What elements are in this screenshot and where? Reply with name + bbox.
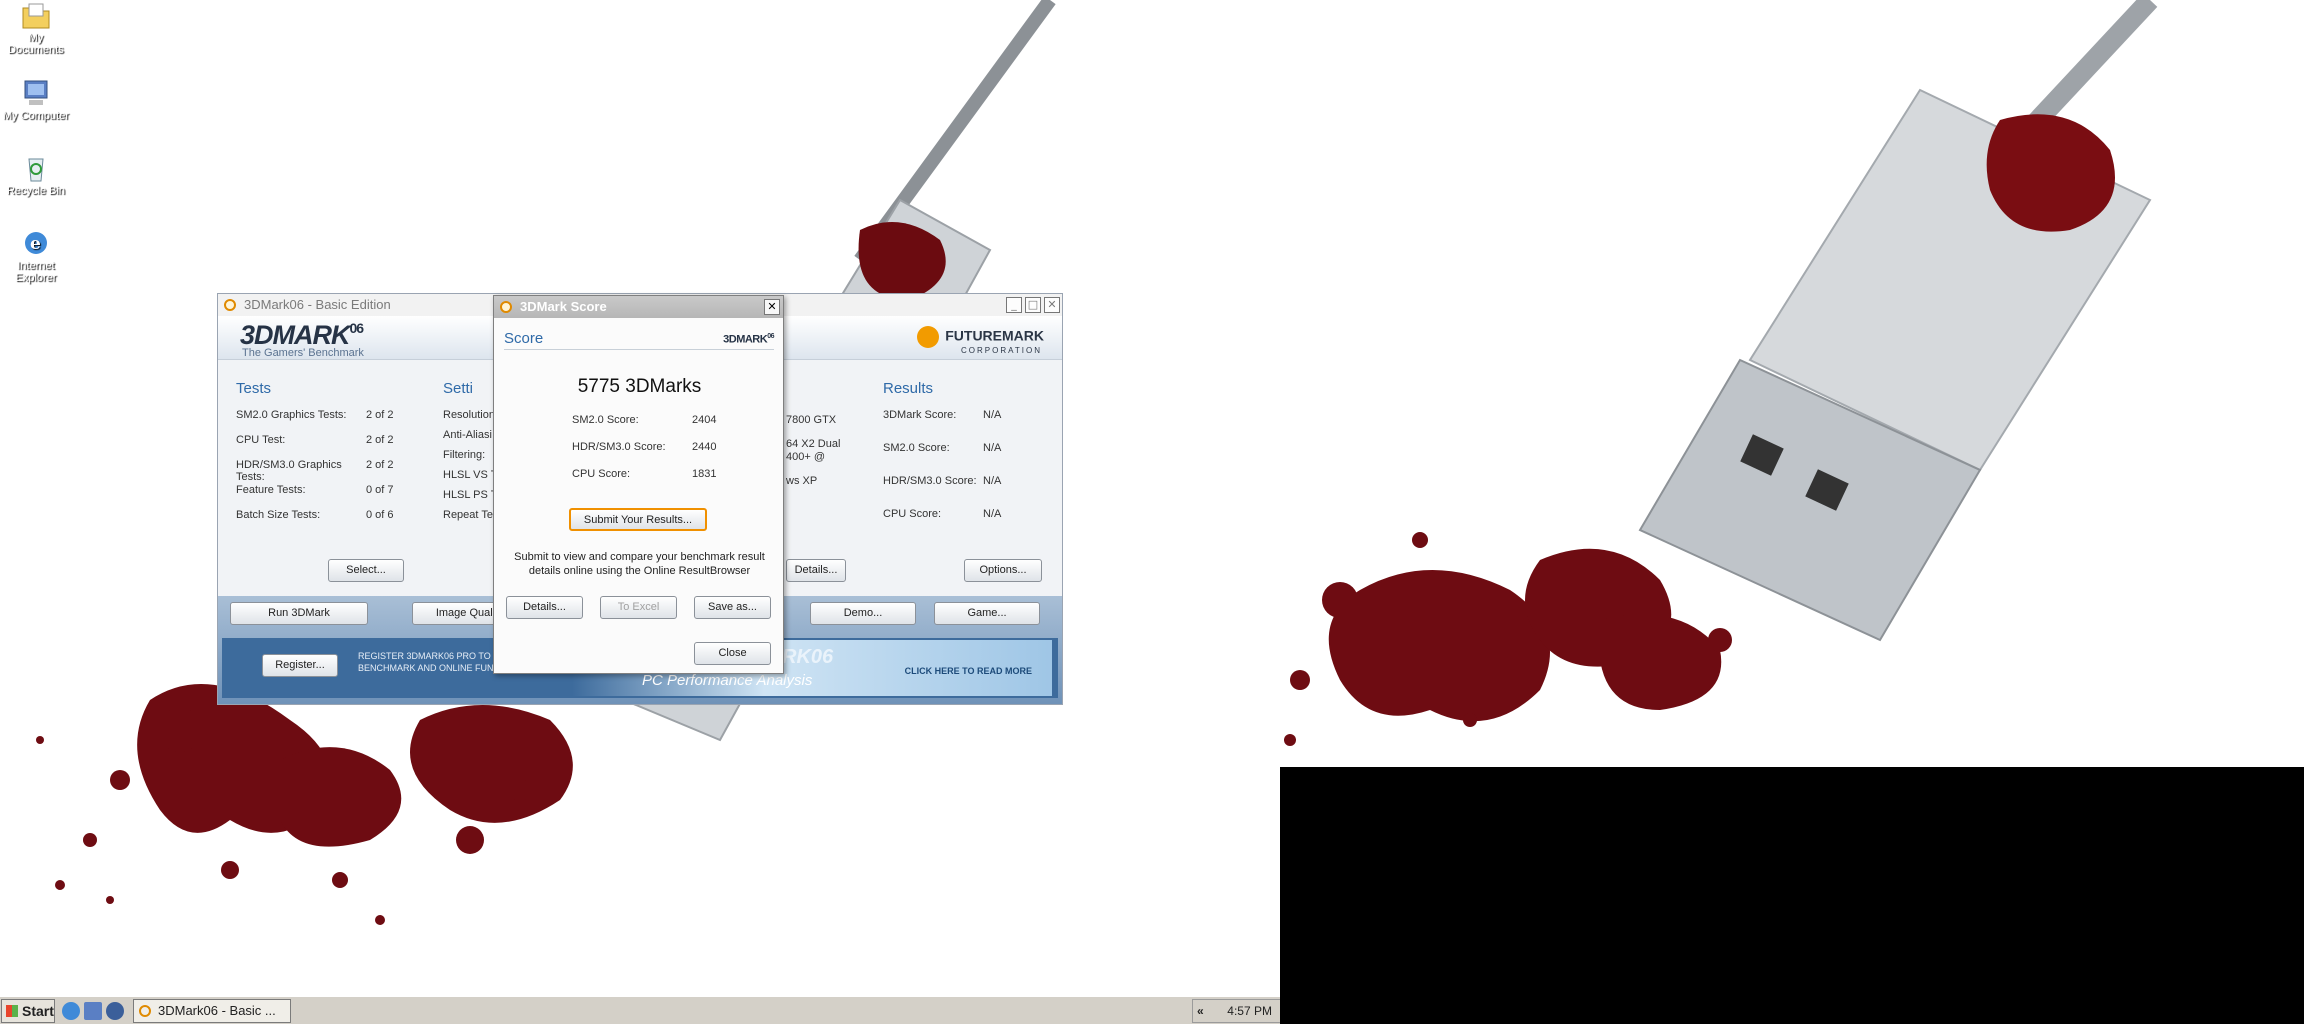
options-button[interactable]: Options... xyxy=(964,559,1042,582)
submit-results-button[interactable]: Submit Your Results... xyxy=(569,508,707,531)
ie-icon: e xyxy=(25,232,47,254)
futuremark-circle-icon xyxy=(917,326,940,348)
desktop-icon-my-computer[interactable]: My Computer xyxy=(0,78,72,122)
start-button[interactable]: Start xyxy=(1,999,55,1023)
results-heading: Results xyxy=(883,380,934,397)
taskbar-3dmark-button[interactable]: 3DMark06 - Basic ... xyxy=(133,999,291,1023)
tests-row: SM2.0 Graphics Tests: 2 of 2 xyxy=(236,409,394,421)
recycle-bin-icon xyxy=(28,158,44,182)
system-tray: « 4:57 PM xyxy=(1192,999,1280,1023)
score-heading: Score xyxy=(504,330,544,347)
tagline: The Gamers' Benchmark xyxy=(242,347,364,359)
tray-expand-icon[interactable]: « xyxy=(1197,1000,1204,1022)
futuremark-subtitle: CORPORATION xyxy=(961,346,1042,355)
score-row: CPU Score: 1831 xyxy=(572,468,717,480)
futuremark-logo: FUTUREMARK xyxy=(917,326,1044,348)
folder-icon xyxy=(22,3,50,29)
desktop-icon-internet-explorer[interactable]: e Internet Explorer xyxy=(0,228,72,284)
minimize-button[interactable]: _ xyxy=(1006,297,1022,313)
3dmark-app-icon xyxy=(224,299,236,311)
register-button[interactable]: Register... xyxy=(262,654,338,677)
quicklaunch-media-icon[interactable] xyxy=(106,1002,124,1020)
ad-logo: RK06 xyxy=(782,646,834,668)
tests-row: Feature Tests: 0 of 7 xyxy=(236,484,394,496)
desktop-icon-label: My Computer xyxy=(2,110,70,122)
desktop-icon-my-documents[interactable]: My Documents xyxy=(0,2,72,56)
results-panel: Results 3DMark Score: N/A SM2.0 Score: N/A… xyxy=(883,380,1023,541)
3dmark-app-icon xyxy=(500,301,512,313)
results-row: 3DMark Score: N/A xyxy=(883,409,1002,421)
3dmark-app-icon xyxy=(139,1005,151,1017)
score-header: Score 3DMARK06 xyxy=(504,330,774,350)
demo-button[interactable]: Demo... xyxy=(810,602,916,625)
desktop-icon-label: Internet Explorer xyxy=(15,260,57,284)
close-dialog-button[interactable]: Close xyxy=(694,642,771,665)
desktop-icon-recycle-bin[interactable]: Recycle Bin xyxy=(0,153,72,197)
system-line: ws XP xyxy=(786,475,818,487)
tests-heading: Tests xyxy=(236,380,272,397)
score-details-button[interactable]: Details... xyxy=(506,596,583,619)
main-window-title: 3DMark06 - Basic Edition xyxy=(244,297,391,312)
score-dialog: 3DMark Score ✕ Score 3DMARK06 5775 3DMar… xyxy=(493,295,784,674)
system-panel: 7800 GTX 64 X2 Dual 400+ @ ws XP xyxy=(786,414,856,495)
submit-note: Submit to view and compare your benchmar… xyxy=(514,551,765,577)
desktop-icon-label: My Documents xyxy=(8,32,64,56)
score-dialog-title: 3DMark Score xyxy=(520,299,607,314)
windows-flag-icon xyxy=(6,1005,18,1017)
score-dialog-titlebar[interactable]: 3DMark Score ✕ xyxy=(494,296,783,318)
total-score: 5775 3DMarks xyxy=(577,376,702,397)
game-button[interactable]: Game... xyxy=(934,602,1040,625)
blood-on-usb xyxy=(1986,114,2115,232)
run-3dmark-button[interactable]: Run 3DMark xyxy=(230,602,368,625)
unused-display-area xyxy=(1280,767,2304,1024)
results-row: SM2.0 Score: N/A xyxy=(883,442,1002,454)
tests-panel: Tests SM2.0 Graphics Tests: 2 of 2 CPU Te… xyxy=(236,380,406,534)
svg-text:e: e xyxy=(30,234,41,254)
3dmark-small-logo: 3DMARK06 xyxy=(723,333,774,346)
results-row: CPU Score: N/A xyxy=(883,508,1002,520)
clock[interactable]: 4:57 PM xyxy=(1227,1000,1272,1022)
computer-icon xyxy=(24,80,48,105)
system-line: 400+ @ xyxy=(786,451,825,463)
taskbar: Start 3DMark06 - Basic ... « 4:57 PM xyxy=(0,996,1280,1024)
blood-splatter-right xyxy=(1284,532,1732,746)
desktop-icon-label: Recycle Bin xyxy=(6,185,66,197)
quicklaunch-desktop-icon[interactable] xyxy=(84,1002,102,1020)
results-row: HDR/SM3.0 Score: N/A xyxy=(883,475,1002,487)
ad-title: PC Performance Analysis xyxy=(642,672,813,689)
tests-row: CPU Test: 2 of 2 xyxy=(236,434,394,446)
system-line: 64 X2 Dual xyxy=(786,438,841,450)
sub-scores: SM2.0 Score: 2404 HDR/SM3.0 Score: 2440 CP… xyxy=(572,414,732,495)
close-button[interactable]: ✕ xyxy=(1044,297,1060,313)
select-tests-button[interactable]: Select... xyxy=(328,559,404,582)
read-more-link[interactable]: CLICK HERE TO READ MORE xyxy=(905,666,1032,676)
score-row: HDR/SM3.0 Score: 2440 xyxy=(572,441,717,453)
system-line: 7800 GTX xyxy=(786,414,837,426)
to-excel-button[interactable]: To Excel xyxy=(600,596,677,619)
quicklaunch-ie-icon[interactable] xyxy=(62,1002,80,1020)
save-as-button[interactable]: Save as... xyxy=(694,596,771,619)
tests-row: HDR/SM3.0 Graphics Tests: 2 of 2 xyxy=(236,459,394,483)
tests-row: Batch Size Tests: 0 of 6 xyxy=(236,509,394,521)
maximize-button[interactable]: □ xyxy=(1025,297,1041,313)
close-icon[interactable]: ✕ xyxy=(764,299,780,315)
system-details-button[interactable]: Details... xyxy=(786,559,846,582)
score-row: SM2.0 Score: 2404 xyxy=(572,414,717,426)
